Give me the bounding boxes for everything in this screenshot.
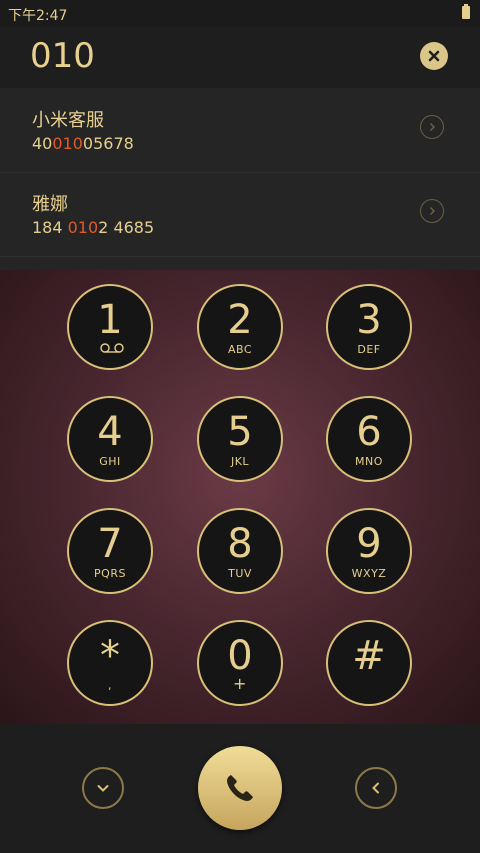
key-2[interactable]: 2 ABC: [197, 284, 283, 370]
key-digit: 9: [356, 521, 382, 567]
key-8[interactable]: 8 TUV: [197, 508, 283, 594]
contact-phone: 4001005678: [32, 134, 134, 153]
key-digit: 0: [227, 633, 253, 679]
key-digit: 7: [97, 521, 123, 567]
chevron-right-icon[interactable]: [420, 115, 444, 139]
chevron-left-icon: [372, 782, 379, 794]
contact-name: 小米客服: [32, 110, 104, 131]
backspace-button[interactable]: [355, 767, 397, 809]
search-results: 小米客服 4001005678 雅娜 184 0102 4685: [0, 88, 480, 270]
contact-name: 雅娜: [32, 194, 68, 215]
key-digit: 6: [356, 409, 382, 455]
key-star[interactable]: * ,: [67, 620, 153, 706]
collapse-keypad-button[interactable]: [82, 767, 124, 809]
key-3[interactable]: 3 DEF: [326, 284, 412, 370]
key-digit: 5: [227, 409, 253, 455]
chevron-right-icon[interactable]: [420, 199, 444, 223]
dialed-number: 010: [30, 36, 95, 76]
call-button[interactable]: [198, 746, 282, 830]
key-letters: +: [233, 674, 247, 693]
key-letters: PQRS: [94, 567, 126, 580]
bottom-bar: [0, 724, 480, 853]
key-4[interactable]: 4 GHI: [67, 396, 153, 482]
dial-header: 010: [0, 26, 480, 88]
key-letters: GHI: [99, 455, 121, 468]
result-row[interactable]: 小米客服 4001005678: [0, 88, 480, 173]
key-letters: TUV: [228, 567, 252, 580]
status-bar: 下午2:47: [0, 0, 480, 26]
key-letters: DEF: [357, 343, 381, 356]
phone-match-highlight: 010: [52, 134, 83, 153]
result-row[interactable]: 雅娜 184 0102 4685: [0, 172, 480, 257]
status-time: 下午2:47: [8, 8, 68, 24]
key-1[interactable]: 1: [67, 284, 153, 370]
key-6[interactable]: 6 MNO: [326, 396, 412, 482]
key-letters: ABC: [227, 343, 253, 356]
key-5[interactable]: 5 JKL: [197, 396, 283, 482]
key-digit: 2: [227, 297, 253, 343]
key-0[interactable]: 0 +: [197, 620, 283, 706]
voicemail-icon: [100, 343, 124, 353]
key-letters: JKL: [230, 455, 250, 468]
battery-icon: [462, 4, 470, 19]
key-hash[interactable]: #: [326, 620, 412, 706]
dial-keypad: 1 2 ABC 3 DEF 4 GHI 5 JKL 6 MNO 7 PQRS 8…: [0, 270, 480, 724]
key-digit: #: [352, 633, 386, 679]
key-letters: ,: [108, 679, 112, 692]
contact-phone: 184 0102 4685: [32, 218, 155, 237]
key-digit: 1: [97, 297, 123, 343]
key-digit: *: [100, 633, 120, 679]
phone-match-highlight: 010: [67, 218, 99, 237]
key-letters: WXYZ: [351, 567, 387, 580]
key-digit: 3: [356, 297, 382, 343]
key-digit: 4: [97, 409, 123, 455]
chevron-down-icon: [97, 785, 109, 792]
clear-icon[interactable]: [420, 42, 448, 70]
key-digit: 8: [227, 521, 253, 567]
key-letters: MNO: [355, 455, 383, 468]
phone-icon: [227, 775, 253, 801]
key-9[interactable]: 9 WXYZ: [326, 508, 412, 594]
key-7[interactable]: 7 PQRS: [67, 508, 153, 594]
